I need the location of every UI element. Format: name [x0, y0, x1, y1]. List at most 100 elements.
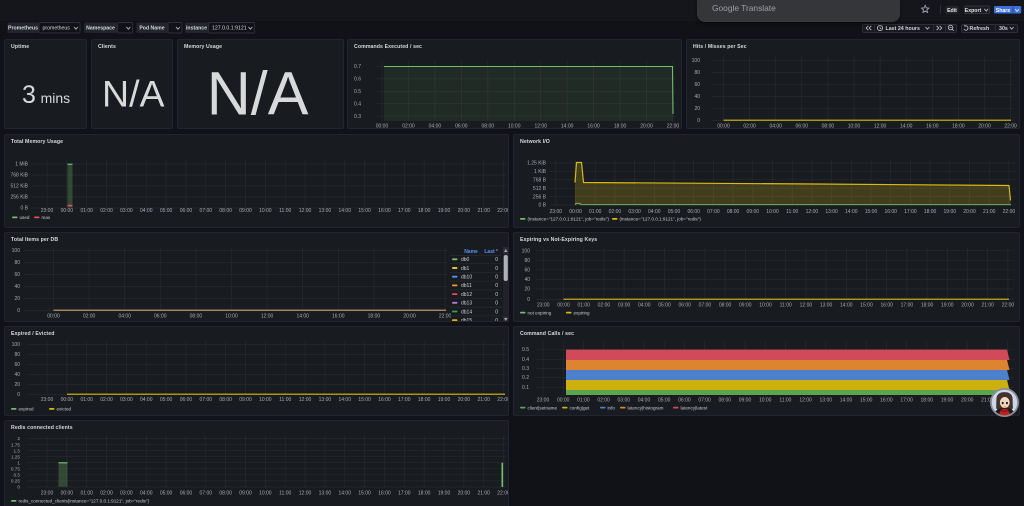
- svg-text:Last 24 hours: Last 24 hours: [886, 26, 920, 32]
- svg-text:09:00: 09:00: [239, 397, 252, 403]
- svg-text:12:00: 12:00: [261, 314, 274, 320]
- svg-text:1: 1: [17, 460, 20, 465]
- svg-text:09:00: 09:00: [739, 302, 752, 308]
- svg-text:0: 0: [495, 275, 498, 281]
- svg-text:config|get: config|get: [570, 405, 591, 410]
- svg-text:10:00: 10:00: [259, 491, 272, 497]
- svg-text:04:00: 04:00: [769, 124, 782, 129]
- svg-text:04:00: 04:00: [429, 124, 442, 129]
- svg-text:18:00: 18:00: [924, 209, 937, 215]
- svg-text:60: 60: [14, 362, 20, 368]
- svg-text:00:00: 00:00: [47, 314, 60, 320]
- svg-text:13:00: 13:00: [820, 398, 833, 404]
- svg-text:18:00: 18:00: [418, 208, 431, 214]
- svg-text:04:00: 04:00: [648, 209, 661, 215]
- svg-text:18:00: 18:00: [921, 302, 934, 308]
- svg-text:22:00: 22:00: [667, 124, 680, 129]
- svg-text:info: info: [608, 405, 616, 410]
- svg-text:19:00: 19:00: [941, 398, 954, 404]
- svg-text:80: 80: [14, 352, 20, 358]
- svg-text:04:00: 04:00: [140, 397, 153, 403]
- svg-text:0.25: 0.25: [11, 479, 21, 484]
- svg-text:18:00: 18:00: [368, 314, 381, 320]
- svg-text:max: max: [42, 215, 51, 220]
- svg-text:05:00: 05:00: [160, 208, 173, 214]
- svg-text:db14: db14: [461, 309, 472, 315]
- svg-text:80: 80: [694, 70, 700, 76]
- svg-text:0.5: 0.5: [13, 473, 20, 478]
- svg-text:13:00: 13:00: [319, 208, 332, 214]
- svg-text:02:00: 02:00: [743, 124, 756, 129]
- svg-text:22:00: 22:00: [1004, 124, 1017, 129]
- svg-text:db12: db12: [461, 292, 472, 298]
- svg-text:02:00: 02:00: [83, 314, 96, 320]
- svg-text:0.7: 0.7: [354, 64, 361, 70]
- svg-text:20:00: 20:00: [403, 314, 416, 320]
- svg-text:10:00: 10:00: [259, 397, 272, 403]
- svg-text:100: 100: [12, 342, 21, 348]
- svg-text:20:00: 20:00: [961, 302, 974, 308]
- svg-text:12:00: 12:00: [800, 302, 813, 308]
- svg-text:Refresh: Refresh: [970, 26, 990, 32]
- svg-text:20:00: 20:00: [961, 398, 974, 404]
- svg-text:18:00: 18:00: [418, 491, 431, 497]
- svg-text:21:00: 21:00: [477, 491, 490, 497]
- svg-text:512 KiB: 512 KiB: [10, 184, 28, 190]
- svg-text:00:00: 00:00: [717, 124, 730, 129]
- svg-text:00:00: 00:00: [61, 491, 74, 497]
- svg-text:17:00: 17:00: [398, 397, 411, 403]
- svg-text:06:00: 06:00: [678, 398, 691, 404]
- svg-text:14:00: 14:00: [840, 302, 853, 308]
- svg-text:03:00: 03:00: [618, 398, 631, 404]
- svg-text:100: 100: [12, 248, 21, 254]
- svg-text:0.6: 0.6: [354, 77, 361, 83]
- svg-text:14:00: 14:00: [900, 124, 913, 129]
- svg-text:07:00: 07:00: [200, 397, 213, 403]
- svg-text:1 MiB: 1 MiB: [15, 162, 28, 168]
- svg-text:13:00: 13:00: [319, 397, 332, 403]
- svg-text:22:00: 22:00: [1003, 209, 1016, 215]
- svg-text:06:00: 06:00: [154, 314, 167, 320]
- svg-text:0.1: 0.1: [522, 385, 529, 391]
- svg-text:0.4: 0.4: [522, 357, 529, 363]
- svg-text:(instance="127.0.0.1:9121", jo: (instance="127.0.0.1:9121", job="redis"): [620, 217, 702, 222]
- svg-text:0.3: 0.3: [354, 114, 361, 120]
- svg-text:N/A: N/A: [102, 72, 165, 114]
- svg-text:00:00: 00:00: [569, 209, 582, 215]
- svg-text:07:00: 07:00: [707, 209, 720, 215]
- svg-text:11:00: 11:00: [279, 208, 291, 214]
- svg-text:14:00: 14:00: [840, 398, 853, 404]
- svg-text:10:00: 10:00: [848, 124, 861, 129]
- svg-text:16:00: 16:00: [378, 208, 391, 214]
- svg-text:12:00: 12:00: [299, 397, 312, 403]
- svg-text:02:00: 02:00: [100, 208, 113, 214]
- svg-text:12:00: 12:00: [299, 208, 312, 214]
- svg-text:23:00: 23:00: [537, 398, 550, 404]
- svg-text:06:00: 06:00: [180, 208, 193, 214]
- svg-text:00:00: 00:00: [376, 124, 389, 129]
- svg-text:08:00: 08:00: [190, 314, 203, 320]
- svg-text:12:00: 12:00: [806, 209, 819, 215]
- svg-text:0 B: 0 B: [538, 203, 546, 209]
- svg-text:06:00: 06:00: [455, 124, 468, 129]
- svg-text:01:00: 01:00: [80, 397, 93, 403]
- svg-text:09:00: 09:00: [239, 491, 252, 497]
- svg-text:0 B: 0 B: [20, 206, 28, 212]
- svg-text:01:00: 01:00: [577, 398, 590, 404]
- svg-text:10:00: 10:00: [759, 398, 772, 404]
- svg-text:08:00: 08:00: [219, 491, 232, 497]
- svg-text:23:00: 23:00: [550, 209, 563, 215]
- svg-text:20:00: 20:00: [963, 209, 976, 215]
- svg-text:22:00: 22:00: [497, 397, 509, 403]
- svg-text:16:00: 16:00: [587, 124, 600, 129]
- svg-text:06:00: 06:00: [180, 397, 193, 403]
- svg-text:21:00: 21:00: [477, 208, 490, 214]
- svg-text:0.4: 0.4: [354, 101, 361, 107]
- svg-text:client|setname: client|setname: [528, 405, 558, 410]
- svg-text:23:00: 23:00: [41, 208, 54, 214]
- svg-text:db15: db15: [461, 318, 472, 322]
- svg-text:03:00: 03:00: [120, 397, 133, 403]
- svg-text:15:00: 15:00: [860, 398, 873, 404]
- svg-text:15:00: 15:00: [358, 397, 371, 403]
- svg-text:0: 0: [495, 292, 498, 298]
